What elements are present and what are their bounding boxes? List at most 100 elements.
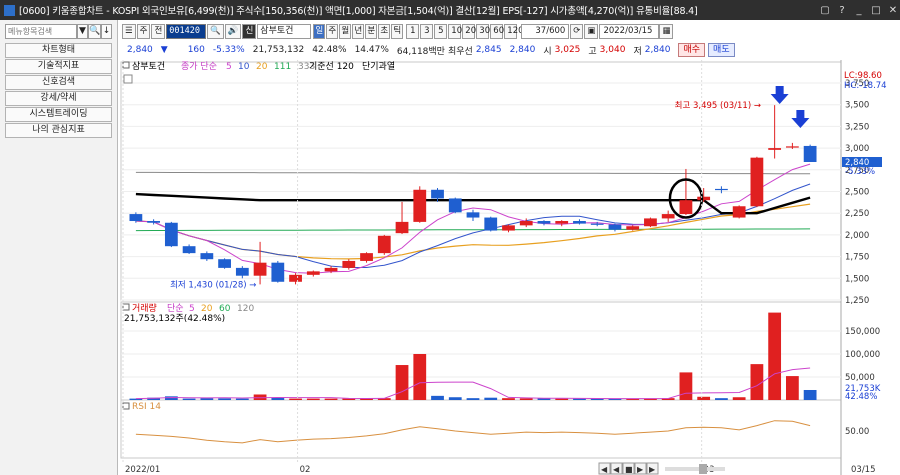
candle-body <box>253 262 267 276</box>
save-icon[interactable]: ▣ <box>584 23 599 39</box>
interval-120[interactable]: 120 <box>504 23 524 39</box>
candle-body <box>342 260 356 268</box>
period-second[interactable]: 초 <box>378 23 391 39</box>
calendar-icon[interactable]: ▦ <box>659 23 674 39</box>
period-tick[interactable]: 틱 <box>391 23 404 39</box>
refresh-icon[interactable]: ⟳ <box>570 23 584 39</box>
candle-body <box>360 253 373 261</box>
best-bid-label: 최우선 <box>447 46 473 57</box>
period-minute[interactable]: 분 <box>365 23 378 39</box>
period-week[interactable]: 주 <box>326 23 339 39</box>
legend-ma-period: 10 <box>238 62 250 72</box>
dropdown-icon[interactable]: ▼ <box>77 24 88 39</box>
volume-bar <box>679 372 693 400</box>
sell-button[interactable]: 매도 <box>708 43 735 57</box>
maximize-icon[interactable]: □ <box>869 4 883 17</box>
stock-code-input[interactable]: 001420 <box>166 23 207 39</box>
interval-10[interactable]: 10 <box>448 23 462 39</box>
candle-body <box>200 253 214 260</box>
volume-bar <box>448 397 462 400</box>
search-icon[interactable]: 🔍 <box>207 23 224 39</box>
restore-icon[interactable]: ▢ <box>818 4 832 17</box>
window-title: [0600] 키움종합차트 - KOSPI 외국인보유[6,499(천)] 주식… <box>19 6 698 17</box>
interval-1[interactable]: 1 <box>406 23 420 39</box>
chart-type-select[interactable]: 주 <box>136 23 151 39</box>
x-tick-label: 02 <box>300 465 311 475</box>
sidebar-item-technical[interactable]: 기술적지표 <box>5 59 112 74</box>
quote-bar: 2,840 ▼ 160 -5.33% 21,753,132 42.48% 14.… <box>119 42 900 58</box>
app-icon <box>4 4 15 16</box>
low-price: 2,840 <box>644 45 671 55</box>
high-label: 고 <box>588 46 597 57</box>
candle-body <box>590 223 604 225</box>
candle-body <box>626 226 640 230</box>
change-arrow-icon: ▼ <box>160 45 168 55</box>
legend-ma-period: 20 <box>256 62 268 72</box>
candle-body <box>803 145 817 162</box>
credit-badge[interactable]: 신 <box>242 23 257 39</box>
date-input[interactable]: 2022/03/15 <box>599 23 660 39</box>
indicator-sidebar: ▼ 🔍 ↓ 차트형태 기술적지표 신호검색 강세/약세 시스템트레이딩 나의 관… <box>0 20 118 475</box>
period-day[interactable]: 일 <box>313 23 326 39</box>
volume-bar <box>306 398 320 400</box>
menu-search-input[interactable] <box>5 24 77 39</box>
volume-bar <box>785 376 799 400</box>
candle-body <box>306 271 320 275</box>
ma333-line <box>135 171 811 175</box>
chart-area[interactable]: 1,250 1,500 1,750 2,000 2,250 2,500 2,750 3,000… <box>119 60 900 475</box>
period-year[interactable]: 년 <box>352 23 365 39</box>
price-tick-label: 2,250 <box>845 209 869 219</box>
down-arrow-icon <box>770 86 789 104</box>
open-price: 3,025 <box>554 45 581 55</box>
search-icon[interactable]: 🔍 <box>88 24 101 39</box>
arrow-down-icon[interactable]: ↓ <box>101 24 112 39</box>
chart-canvas[interactable]: 1,2501,5001,7502,0002,2502,5002,7503,000… <box>119 60 900 475</box>
interval-3[interactable]: 3 <box>420 23 434 39</box>
sidebar-item-strength[interactable]: 강세/약세 <box>5 91 112 106</box>
sidebar-item-chart-type[interactable]: 차트형태 <box>5 43 112 58</box>
market-select[interactable]: 전 <box>151 23 166 39</box>
chart-toolbar: ☰ 주 전 001420 🔍 🔊 신 삼부토건 일 주 월 년 분 초 틱 1 … <box>119 22 900 40</box>
title-bar: [0600] 키움종합차트 - KOSPI 외국인보유[6,499(천)] 주식… <box>0 0 900 20</box>
buy-button[interactable]: 매수 <box>678 43 706 57</box>
volume-bar <box>218 398 231 400</box>
volume-bar <box>431 395 444 400</box>
interval-30[interactable]: 30 <box>476 23 490 39</box>
volume-ma-period: 20 <box>201 304 213 314</box>
nav-icon: ◀ <box>601 465 608 474</box>
candle-count[interactable]: 37/600 <box>521 23 570 39</box>
interval-20[interactable]: 20 <box>462 23 476 39</box>
down-arrow-icon <box>791 110 810 128</box>
sidebar-item-my-indicators[interactable]: 나의 관심지표 <box>5 123 112 138</box>
sound-icon[interactable]: 🔊 <box>224 23 242 39</box>
interval-5[interactable]: 5 <box>434 23 448 39</box>
volume-bar <box>502 398 515 400</box>
candle-body <box>502 225 515 231</box>
trade-amount: 64,118백만 <box>396 46 445 57</box>
period-month[interactable]: 월 <box>339 23 352 39</box>
scrollbar-thumb <box>699 464 707 474</box>
menu-icon[interactable]: ☰ <box>122 23 136 39</box>
price-tick-label: 1,250 <box>845 296 869 306</box>
sidebar-item-signal[interactable]: 신호검색 <box>5 75 112 90</box>
interval-60[interactable]: 60 <box>490 23 504 39</box>
volume-ma-line <box>135 367 811 400</box>
nav-icon: ▶ <box>649 465 656 474</box>
volume-bar <box>484 397 498 400</box>
candle-body <box>661 214 675 219</box>
candle-body <box>484 217 498 231</box>
minimize-icon[interactable]: _ <box>852 4 866 17</box>
close-icon[interactable]: ✕ <box>886 4 900 17</box>
candle-body <box>164 222 178 247</box>
legend-ma-period: 111 <box>274 62 291 72</box>
help-icon[interactable]: ? <box>835 4 849 17</box>
sidebar-item-system-trading[interactable]: 시스템트레이딩 <box>5 107 112 122</box>
volume-bar <box>289 398 302 400</box>
candle-body <box>235 267 249 276</box>
rsi-title: RSI 14 <box>132 402 161 412</box>
stock-name: 삼부토건 <box>257 23 312 39</box>
candle-body <box>537 221 551 224</box>
volume-tick-label: 100,000 <box>845 350 880 360</box>
rsi-tick-label: 50.00 <box>845 427 869 437</box>
rate-tag: -5.33% <box>845 167 875 177</box>
